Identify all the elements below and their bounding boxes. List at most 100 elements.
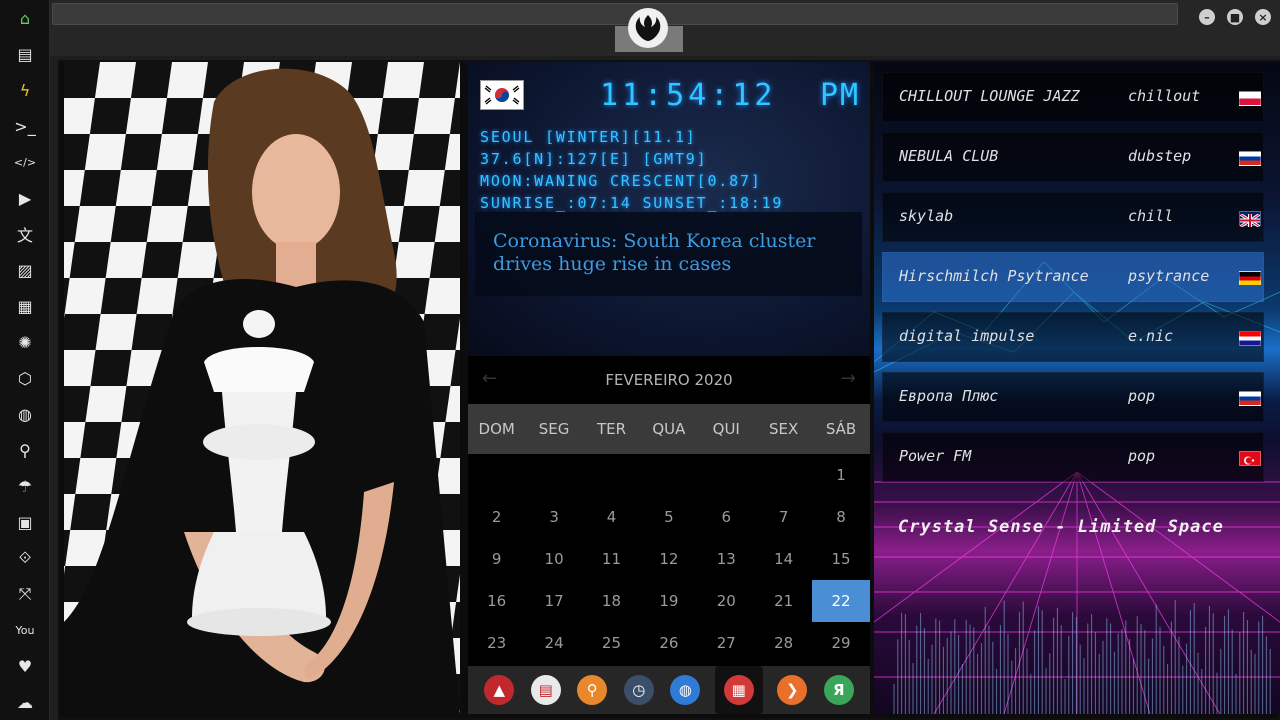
browser-globe-icon[interactable]: ◍ bbox=[668, 673, 702, 707]
rebel-logo-icon[interactable] bbox=[628, 8, 668, 48]
station-genre: e.nic bbox=[1128, 327, 1174, 345]
news-ticker[interactable]: Coronavirus: South Korea cluster drives … bbox=[475, 212, 862, 296]
radio-station-item[interactable]: NEBULA CLUB dubstep bbox=[882, 132, 1264, 182]
calendar-day[interactable]: 12 bbox=[640, 538, 697, 580]
cloud-icon[interactable]: ☁ bbox=[13, 690, 37, 714]
calendar-day bbox=[640, 454, 697, 496]
browser-globe-glyph: ◍ bbox=[670, 675, 701, 705]
expand-icon[interactable]: ⤧ bbox=[13, 582, 37, 606]
calendar-week-row: 16 17 18 19 20 21 22 bbox=[468, 580, 870, 622]
radio-station-item[interactable]: Европа Плюс pop bbox=[882, 372, 1264, 422]
calendar-day[interactable]: 1 bbox=[812, 454, 869, 496]
calendar-day[interactable]: 7 bbox=[755, 496, 812, 538]
feed-reader-icon[interactable]: ▤ bbox=[529, 673, 563, 707]
calendar-day[interactable]: 24 bbox=[525, 622, 582, 664]
calendar-next-button[interactable]: → bbox=[841, 368, 856, 389]
station-genre: chill bbox=[1128, 207, 1174, 225]
calendar-day[interactable]: 11 bbox=[583, 538, 640, 580]
minimize-button[interactable]: – bbox=[1199, 9, 1215, 25]
radio-station-item[interactable]: digital impulse e.nic bbox=[882, 312, 1264, 362]
close-button[interactable]: × bbox=[1255, 9, 1271, 25]
poland-flag-icon bbox=[1239, 91, 1261, 106]
calendar-day[interactable]: 8 bbox=[812, 496, 869, 538]
calendar-day[interactable]: 2 bbox=[468, 496, 525, 538]
hexagon-icon[interactable]: ⬡ bbox=[13, 366, 37, 390]
home-icon[interactable]: ⌂ bbox=[13, 6, 37, 30]
calendar-day[interactable]: 15 bbox=[812, 538, 869, 580]
calendar-day[interactable]: 13 bbox=[698, 538, 755, 580]
calendar-day[interactable]: 21 bbox=[755, 580, 812, 622]
calendar-prev-button[interactable]: ← bbox=[482, 368, 497, 389]
lightning-icon[interactable]: ϟ bbox=[13, 78, 37, 102]
weekday-label: QUA bbox=[652, 420, 686, 438]
calendar-day[interactable]: 19 bbox=[640, 580, 697, 622]
weekday-label: SÁB bbox=[825, 420, 857, 438]
maximize-button[interactable]: ■ bbox=[1227, 9, 1243, 25]
station-name: Hirschmilch Psytrance bbox=[899, 267, 1089, 285]
calendar-app-glyph: ▦ bbox=[723, 675, 754, 705]
radio-station-item[interactable]: Hirschmilch Psytrance psytrance bbox=[882, 252, 1264, 302]
calendar-day[interactable]: 20 bbox=[698, 580, 755, 622]
umbrella-icon[interactable]: ☂ bbox=[13, 474, 37, 498]
yandex-icon[interactable]: Я bbox=[822, 673, 856, 707]
terminal-icon[interactable]: >_ bbox=[13, 114, 37, 138]
clock-ampm: PM bbox=[820, 78, 861, 113]
search-app-icon[interactable]: ⚲ bbox=[575, 673, 609, 707]
news-headline[interactable]: Coronavirus: South Korea cluster drives … bbox=[493, 230, 815, 275]
station-genre: psytrance bbox=[1128, 267, 1210, 285]
calendar-day[interactable]: 29 bbox=[812, 622, 869, 664]
contact-icon[interactable]: ▣ bbox=[13, 510, 37, 534]
calendar-day[interactable]: 9 bbox=[468, 538, 525, 580]
calendar-week-row: 9 10 11 12 13 14 15 bbox=[468, 538, 870, 580]
russia-flag-icon bbox=[1239, 151, 1261, 166]
calendar-day[interactable]: 25 bbox=[583, 622, 640, 664]
heart-icon[interactable]: ♥ bbox=[13, 654, 37, 678]
croatia-flag-icon bbox=[1239, 331, 1261, 346]
forward-arrow-icon[interactable]: ❯ bbox=[775, 673, 809, 707]
calendar-day[interactable]: 18 bbox=[583, 580, 640, 622]
radio-station-item[interactable]: skylab chill bbox=[882, 192, 1264, 242]
chess-photo-illustration bbox=[64, 62, 460, 714]
calendar-day[interactable]: 14 bbox=[755, 538, 812, 580]
app-launcher-icon[interactable]: ▲ bbox=[482, 673, 516, 707]
radio-widget: CHILLOUT LOUNGE JAZZ chillout NEBULA CLUB d… bbox=[874, 62, 1280, 714]
calendar-day[interactable]: 27 bbox=[698, 622, 755, 664]
calendar-day[interactable]: 26 bbox=[640, 622, 697, 664]
station-genre: pop bbox=[1128, 387, 1156, 405]
address-bar[interactable] bbox=[52, 3, 1178, 25]
calendar-day[interactable]: 6 bbox=[698, 496, 755, 538]
document-icon[interactable]: ▤ bbox=[13, 42, 37, 66]
calendar-app-icon[interactable]: ▦ bbox=[714, 666, 763, 714]
code-icon[interactable]: </> bbox=[13, 150, 37, 174]
calendar-day[interactable]: 16 bbox=[468, 580, 525, 622]
calendar-month-label: FEVEREIRO 2020 bbox=[605, 371, 733, 389]
radio-station-item[interactable]: CHILLOUT LOUNGE JAZZ chillout bbox=[882, 72, 1264, 122]
link-icon[interactable]: ⟐ bbox=[13, 546, 37, 570]
search-app-glyph: ⚲ bbox=[577, 675, 608, 705]
calendar-day[interactable]: 10 bbox=[525, 538, 582, 580]
globe-icon[interactable]: ◍ bbox=[13, 402, 37, 426]
calendar-week-row: 2345678 bbox=[468, 496, 870, 538]
play-icon[interactable]: ▶ bbox=[13, 186, 37, 210]
calendar-day[interactable]: 17 bbox=[525, 580, 582, 622]
news-icon[interactable]: ▦ bbox=[13, 294, 37, 318]
rebel-icon[interactable]: ✺ bbox=[13, 330, 37, 354]
calendar-day[interactable]: 3 bbox=[525, 496, 582, 538]
calendar-widget: ← FEVEREIRO 2020 → DOM SEG TER QUA QUI SEX SÁB… bbox=[468, 356, 870, 666]
radio-station-item[interactable]: Power FM pop bbox=[882, 432, 1264, 482]
search-icon[interactable]: ⚲ bbox=[13, 438, 37, 462]
clock-app-icon[interactable]: ◷ bbox=[622, 673, 656, 707]
calendar-day[interactable]: 28 bbox=[755, 622, 812, 664]
translate-icon[interactable]: 文 bbox=[13, 222, 37, 246]
calendar-day[interactable]: 5 bbox=[640, 496, 697, 538]
clock-app-glyph: ◷ bbox=[623, 675, 654, 705]
germany-flag-icon bbox=[1239, 271, 1261, 286]
calendar-day[interactable]: 4 bbox=[583, 496, 640, 538]
feed-reader-glyph: ▤ bbox=[530, 675, 561, 705]
calendar-day-today[interactable]: 22 bbox=[812, 580, 870, 622]
clock-coordinates: 37.6[N]:127[E] [GMT9] bbox=[480, 150, 708, 168]
image-icon[interactable]: ▨ bbox=[13, 258, 37, 282]
south-korea-flag-icon bbox=[480, 80, 524, 110]
calendar-day[interactable]: 23 bbox=[468, 622, 525, 664]
youtube-icon[interactable]: You bbox=[13, 618, 37, 642]
